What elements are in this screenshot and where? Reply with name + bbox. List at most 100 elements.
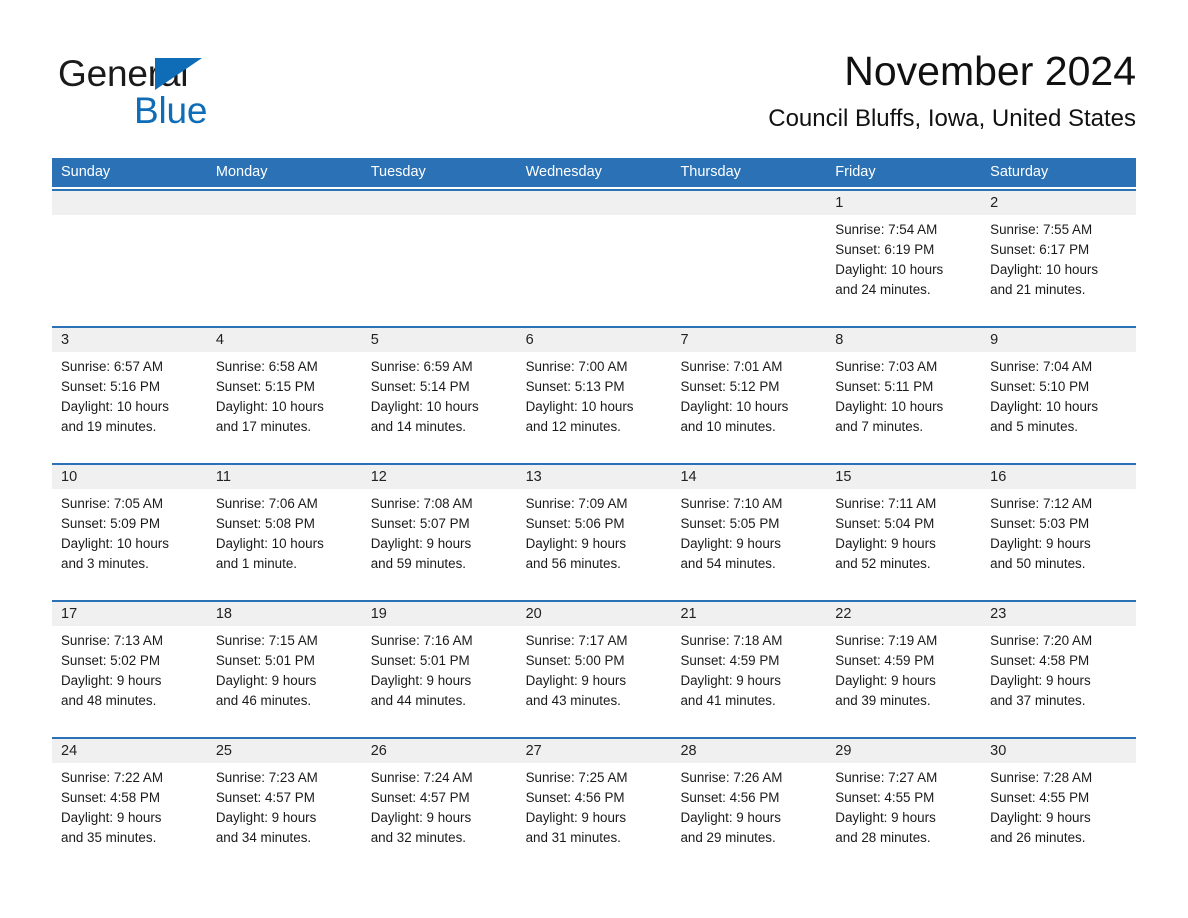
- day-cell[interactable]: 23 Sunrise: 7:20 AM Sunset: 4:58 PM Dayl…: [981, 602, 1137, 724]
- sunset-text: Sunset: 5:02 PM: [61, 653, 160, 668]
- brand-logo[interactable]: General Blue: [58, 52, 318, 132]
- sunset-text: Sunset: 4:57 PM: [215, 790, 315, 805]
- day-info: Sunrise: 7:01 AM Sunset: 5:12 PM Dayligh…: [671, 352, 826, 437]
- day-number: [52, 191, 207, 215]
- sunset-text: Sunset: 5:04 PM: [835, 516, 935, 531]
- day-number: 1: [826, 191, 982, 215]
- day-cell[interactable]: 16 Sunrise: 7:12 AM Sunset: 5:03 PM Dayl…: [981, 465, 1137, 587]
- day-cell[interactable]: 26 Sunrise: 7:24 AM Sunset: 4:57 PM Dayl…: [361, 739, 517, 861]
- day-info: Sunrise: 7:10 AM Sunset: 5:05 PM Dayligh…: [671, 489, 826, 574]
- day-cell[interactable]: 11 Sunrise: 7:06 AM Sunset: 5:08 PM Dayl…: [206, 465, 362, 587]
- day-cell[interactable]: 5 Sunrise: 6:59 AM Sunset: 5:14 PM Dayli…: [361, 328, 517, 450]
- day-cell[interactable]: 19 Sunrise: 7:16 AM Sunset: 5:01 PM Dayl…: [361, 602, 517, 724]
- daylight-text-line1: Daylight: 10 hours: [215, 399, 324, 414]
- daylight-text-line2: and 26 minutes.: [990, 830, 1086, 845]
- day-cell[interactable]: 2 Sunrise: 7:55 AM Sunset: 6:17 PM Dayli…: [981, 191, 1137, 313]
- daylight-text-line1: Daylight: 10 hours: [680, 399, 789, 414]
- sunset-text: Sunset: 5:07 PM: [370, 516, 470, 531]
- sunrise-text: Sunrise: 7:25 AM: [525, 770, 628, 785]
- day-info: Sunrise: 7:08 AM Sunset: 5:07 PM Dayligh…: [362, 489, 517, 574]
- day-info: Sunrise: 7:11 AM Sunset: 5:04 PM Dayligh…: [826, 489, 981, 574]
- day-number: 21: [671, 602, 827, 626]
- sunset-text: Sunset: 4:59 PM: [680, 653, 780, 668]
- daylight-text-line1: Daylight: 10 hours: [370, 399, 479, 414]
- day-info: Sunrise: 7:24 AM Sunset: 4:57 PM Dayligh…: [362, 763, 517, 848]
- day-cell[interactable]: 25 Sunrise: 7:23 AM Sunset: 4:57 PM Dayl…: [206, 739, 362, 861]
- day-info: Sunrise: 7:17 AM Sunset: 5:00 PM Dayligh…: [517, 626, 672, 711]
- day-cell[interactable]: 4 Sunrise: 6:58 AM Sunset: 5:15 PM Dayli…: [206, 328, 362, 450]
- sunrise-text: Sunrise: 7:05 AM: [61, 496, 163, 511]
- day-info: Sunrise: 6:59 AM Sunset: 5:14 PM Dayligh…: [362, 352, 517, 437]
- daylight-text-line2: and 52 minutes.: [835, 556, 931, 571]
- weekday-header-wednesday: Wednesday: [525, 164, 602, 180]
- day-cell[interactable]: 7 Sunrise: 7:01 AM Sunset: 5:12 PM Dayli…: [671, 328, 827, 450]
- day-cell[interactable]: 3 Sunrise: 6:57 AM Sunset: 5:16 PM Dayli…: [52, 328, 207, 450]
- day-cell[interactable]: 22 Sunrise: 7:19 AM Sunset: 4:59 PM Dayl…: [826, 602, 982, 724]
- sunset-text: Sunset: 6:17 PM: [990, 242, 1090, 257]
- day-cell[interactable]: 10 Sunrise: 7:05 AM Sunset: 5:09 PM Dayl…: [52, 465, 207, 587]
- day-cell[interactable]: 20 Sunrise: 7:17 AM Sunset: 5:00 PM Dayl…: [516, 602, 672, 724]
- daylight-text-line1: Daylight: 10 hours: [835, 262, 944, 277]
- day-info: [362, 215, 517, 220]
- day-info: Sunrise: 6:57 AM Sunset: 5:16 PM Dayligh…: [52, 352, 207, 437]
- day-number: 24: [52, 739, 207, 763]
- sunrise-text: Sunrise: 7:04 AM: [990, 359, 1093, 374]
- daylight-text-line2: and 10 minutes.: [680, 419, 776, 434]
- day-cell[interactable]: 12 Sunrise: 7:08 AM Sunset: 5:07 PM Dayl…: [361, 465, 517, 587]
- daylight-text-line1: Daylight: 9 hours: [525, 673, 627, 688]
- day-cell[interactable]: 29 Sunrise: 7:27 AM Sunset: 4:55 PM Dayl…: [826, 739, 982, 861]
- page-subtitle: Council Bluffs, Iowa, United States: [768, 105, 1136, 132]
- sunset-text: Sunset: 5:13 PM: [525, 379, 625, 394]
- day-info: Sunrise: 7:13 AM Sunset: 5:02 PM Dayligh…: [52, 626, 207, 711]
- day-cell[interactable]: 14 Sunrise: 7:10 AM Sunset: 5:05 PM Dayl…: [671, 465, 827, 587]
- daylight-text-line2: and 28 minutes.: [835, 830, 931, 845]
- day-info: Sunrise: 7:03 AM Sunset: 5:11 PM Dayligh…: [826, 352, 981, 437]
- day-info: Sunrise: 7:04 AM Sunset: 5:10 PM Dayligh…: [981, 352, 1136, 437]
- day-cell[interactable]: 24 Sunrise: 7:22 AM Sunset: 4:58 PM Dayl…: [52, 739, 207, 861]
- day-number: 12: [361, 465, 517, 489]
- day-number: 28: [671, 739, 827, 763]
- page-header: General Blue November 2024 Council Bluff…: [0, 0, 1188, 155]
- day-cell[interactable]: 21 Sunrise: 7:18 AM Sunset: 4:59 PM Dayl…: [671, 602, 827, 724]
- sunrise-text: Sunrise: 7:54 AM: [835, 222, 938, 237]
- day-number: 3: [52, 328, 207, 352]
- sunrise-text: Sunrise: 7:01 AM: [680, 359, 783, 374]
- day-cell[interactable]: 30 Sunrise: 7:28 AM Sunset: 4:55 PM Dayl…: [981, 739, 1137, 861]
- weekday-header-tuesday: Tuesday: [370, 164, 426, 180]
- day-cell[interactable]: 18 Sunrise: 7:15 AM Sunset: 5:01 PM Dayl…: [206, 602, 362, 724]
- sunrise-text: Sunrise: 7:28 AM: [990, 770, 1093, 785]
- sunset-text: Sunset: 5:12 PM: [680, 379, 780, 394]
- sunrise-text: Sunrise: 7:13 AM: [61, 633, 163, 648]
- sunset-text: Sunset: 4:57 PM: [370, 790, 470, 805]
- weekday-header-sunday: Sunday: [61, 164, 111, 180]
- day-cell[interactable]: [52, 191, 207, 313]
- day-cell[interactable]: 9 Sunrise: 7:04 AM Sunset: 5:10 PM Dayli…: [981, 328, 1137, 450]
- day-cell[interactable]: 8 Sunrise: 7:03 AM Sunset: 5:11 PM Dayli…: [826, 328, 982, 450]
- sunset-text: Sunset: 4:55 PM: [990, 790, 1090, 805]
- daylight-text-line2: and 5 minutes.: [990, 419, 1078, 434]
- daylight-text-line1: Daylight: 10 hours: [990, 399, 1099, 414]
- day-info: Sunrise: 7:05 AM Sunset: 5:09 PM Dayligh…: [52, 489, 207, 574]
- day-cell[interactable]: 15 Sunrise: 7:11 AM Sunset: 5:04 PM Dayl…: [826, 465, 982, 587]
- day-cell[interactable]: 6 Sunrise: 7:00 AM Sunset: 5:13 PM Dayli…: [516, 328, 672, 450]
- day-cell[interactable]: 28 Sunrise: 7:26 AM Sunset: 4:56 PM Dayl…: [671, 739, 827, 861]
- daylight-text-line1: Daylight: 10 hours: [61, 399, 169, 414]
- day-number: [671, 191, 827, 215]
- sunset-text: Sunset: 5:01 PM: [370, 653, 470, 668]
- day-info: Sunrise: 7:54 AM Sunset: 6:19 PM Dayligh…: [826, 215, 981, 300]
- day-cell[interactable]: [206, 191, 362, 313]
- day-info: Sunrise: 7:00 AM Sunset: 5:13 PM Dayligh…: [517, 352, 672, 437]
- sunset-text: Sunset: 5:14 PM: [370, 379, 470, 394]
- weekday-header-saturday: Saturday: [990, 164, 1049, 180]
- day-cell[interactable]: 27 Sunrise: 7:25 AM Sunset: 4:56 PM Dayl…: [516, 739, 672, 861]
- day-info: [671, 215, 826, 220]
- day-cell[interactable]: 17 Sunrise: 7:13 AM Sunset: 5:02 PM Dayl…: [52, 602, 207, 724]
- triangle-icon: [155, 58, 202, 90]
- day-cell[interactable]: [516, 191, 672, 313]
- day-number: 23: [981, 602, 1137, 626]
- day-cell[interactable]: [671, 191, 827, 313]
- day-cell[interactable]: 1 Sunrise: 7:54 AM Sunset: 6:19 PM Dayli…: [826, 191, 982, 313]
- sunrise-text: Sunrise: 7:26 AM: [680, 770, 783, 785]
- day-cell[interactable]: [361, 191, 517, 313]
- day-cell[interactable]: 13 Sunrise: 7:09 AM Sunset: 5:06 PM Dayl…: [516, 465, 672, 587]
